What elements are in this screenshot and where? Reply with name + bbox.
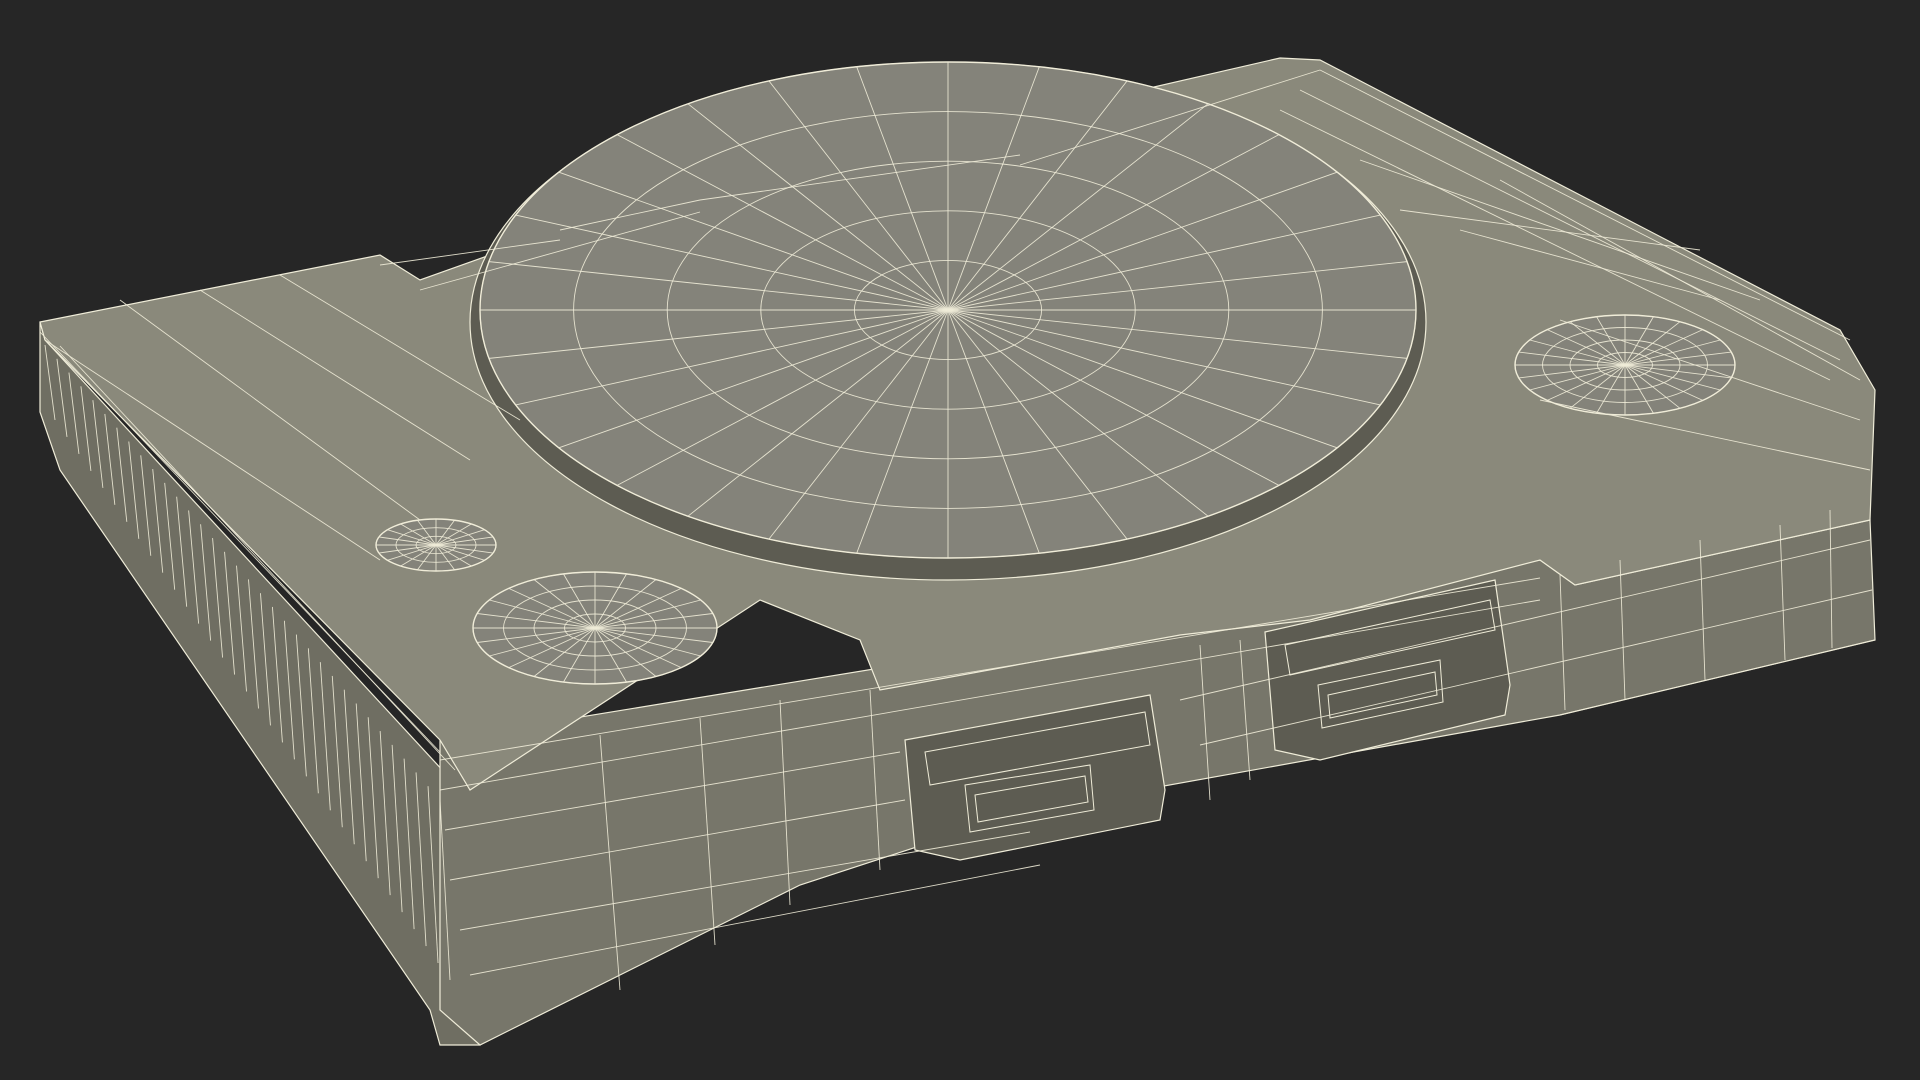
console-wireframe-render: .top { fill:#8a897b; stroke:#efecd8; str… <box>39 57 1876 1046</box>
render-viewport: .top { fill:#8a897b; stroke:#efecd8; str… <box>0 0 1920 1080</box>
open-button <box>375 518 497 572</box>
disc-lid-wire-spokes <box>480 62 1416 558</box>
disc-lid <box>469 61 1427 581</box>
power-button <box>1514 314 1736 416</box>
reset-button <box>472 571 718 685</box>
